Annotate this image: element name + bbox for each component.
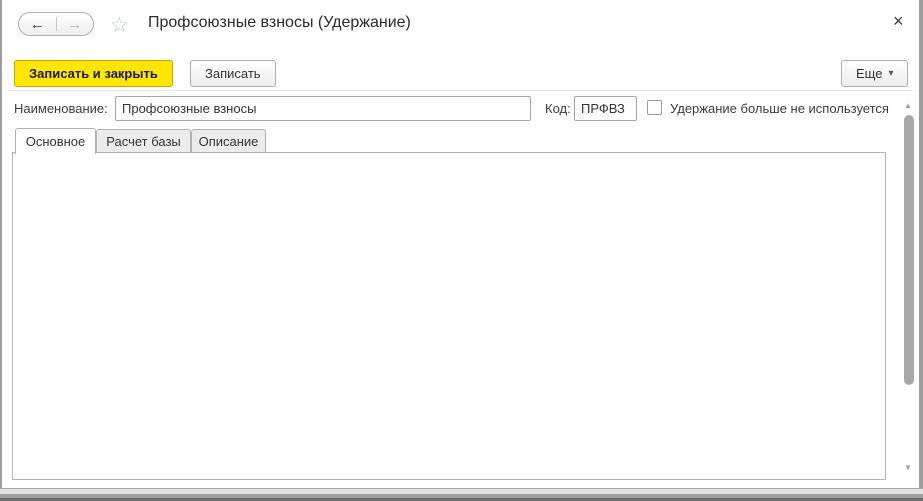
forward-icon[interactable]: → bbox=[57, 13, 94, 35]
page-title: Профсоюзные взносы (Удержание) bbox=[148, 14, 411, 32]
back-icon[interactable]: ← bbox=[19, 13, 56, 35]
name-field-label: Наименование: bbox=[14, 101, 108, 116]
more-button[interactable]: Еще ▾ bbox=[841, 60, 908, 87]
more-button-label: Еще bbox=[856, 66, 882, 81]
not-used-checkbox-label: Удержание больше не используется bbox=[670, 101, 889, 116]
scrollbar-thumb[interactable] bbox=[904, 115, 914, 385]
save-and-close-button[interactable]: Записать и закрыть bbox=[14, 60, 173, 87]
name-input[interactable] bbox=[115, 96, 531, 121]
toolbar-separator bbox=[8, 90, 913, 91]
nav-history-group: ← → bbox=[18, 12, 94, 36]
tab-calculation-base[interactable]: Расчет базы bbox=[96, 129, 191, 152]
tab-content-panel bbox=[12, 152, 886, 480]
tab-main[interactable]: Основное bbox=[15, 128, 96, 154]
chevron-down-icon: ▾ bbox=[888, 68, 893, 79]
window-border-right bbox=[919, 0, 923, 501]
not-used-checkbox[interactable] bbox=[647, 100, 662, 115]
favorite-star-icon[interactable]: ☆ bbox=[110, 13, 129, 38]
code-field-label: Код: bbox=[545, 101, 571, 116]
scrollbar-down-icon[interactable]: ▼ bbox=[904, 463, 912, 472]
window-border-left bbox=[0, 0, 2, 501]
scrollbar-up-icon[interactable]: ▲ bbox=[904, 101, 912, 110]
save-button[interactable]: Записать bbox=[190, 60, 276, 87]
code-input[interactable] bbox=[574, 96, 637, 121]
close-icon[interactable]: × bbox=[893, 12, 904, 30]
tab-description[interactable]: Описание bbox=[191, 129, 266, 152]
